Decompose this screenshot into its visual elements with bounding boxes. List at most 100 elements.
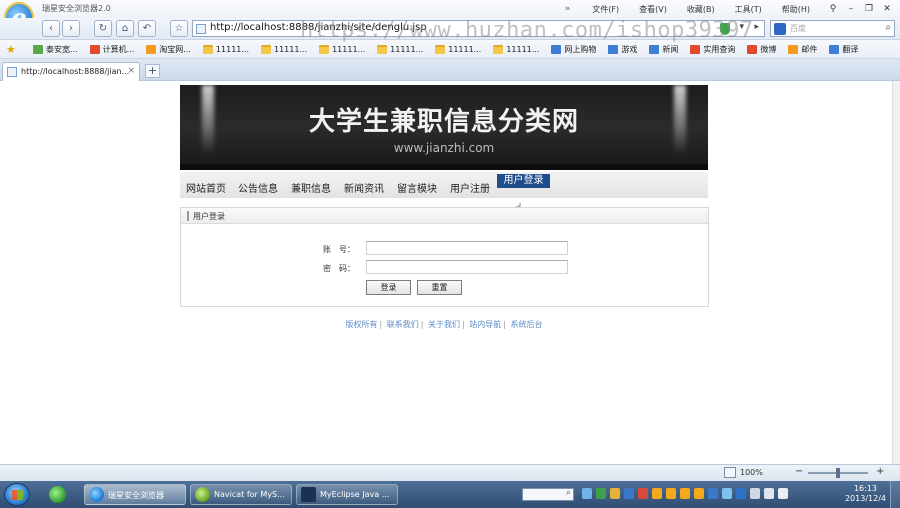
tray-icon[interactable]: [582, 488, 592, 499]
favorites-star[interactable]: ★: [6, 44, 21, 55]
zoom-out-button[interactable]: −: [795, 466, 803, 477]
favorite-item[interactable]: 翻译: [829, 44, 858, 55]
taskbar-navicat[interactable]: Navicat for MyS...: [190, 484, 292, 505]
clock-time: 16:13: [853, 484, 878, 493]
restore-button[interactable]: ❐: [862, 3, 876, 15]
tray-icon[interactable]: [638, 488, 648, 499]
nav-jobs[interactable]: 兼职信息: [291, 180, 331, 195]
qq-icon[interactable]: [694, 488, 704, 499]
favorite-item[interactable]: 微博: [747, 44, 776, 55]
account-row: 账 号：: [181, 241, 708, 257]
undo-close-button[interactable]: ↶: [138, 20, 156, 37]
footer-link[interactable]: 系统后台: [511, 320, 543, 329]
footer-link[interactable]: 关于我们: [428, 320, 460, 329]
account-input[interactable]: [366, 241, 568, 255]
taskbar-search-box[interactable]: ⌕: [522, 488, 574, 501]
refresh-button[interactable]: ↻: [94, 20, 112, 37]
favorite-item[interactable]: 网上购物: [551, 44, 596, 55]
qq-icon[interactable]: [666, 488, 676, 499]
tab-current[interactable]: http://localhost:8888/jian... ×: [2, 62, 140, 81]
close-button[interactable]: ✕: [880, 3, 894, 15]
zoom-level[interactable]: 100%: [740, 468, 763, 477]
taskbar-clock[interactable]: 16:13 2013/12/4: [845, 484, 886, 504]
footer-link[interactable]: 联系我们: [387, 320, 419, 329]
taskbar-myeclipse[interactable]: MyEclipse Java ...: [296, 484, 398, 505]
start-button[interactable]: [4, 483, 30, 506]
menu-file[interactable]: 文件(F): [582, 4, 629, 15]
tray-icon[interactable]: [596, 488, 606, 499]
zoom-in-button[interactable]: +: [876, 466, 884, 477]
footer-link[interactable]: 站内导航: [469, 320, 501, 329]
nav-notices[interactable]: 公告信息: [238, 180, 278, 195]
favorite-item[interactable]: 邮件: [788, 44, 817, 55]
nav-home[interactable]: 网站首页: [186, 180, 226, 195]
favorite-folder[interactable]: 11111...: [377, 44, 423, 54]
nav-messages[interactable]: 留言模块: [397, 180, 437, 195]
search-icon: ⌕: [565, 488, 571, 498]
address-url[interactable]: http://localhost:8888/jianzhi/site/dengl…: [210, 22, 427, 33]
forward-button[interactable]: ›: [62, 20, 80, 37]
favorite-item[interactable]: 游戏: [608, 44, 637, 55]
security-shield-icon[interactable]: [720, 23, 730, 35]
status-bar: 100% − +: [0, 464, 900, 481]
favorite-folder[interactable]: 11111...: [261, 44, 307, 54]
favorite-folder[interactable]: 11111...: [202, 44, 249, 54]
favorite-label: 淘宝网...: [159, 44, 191, 54]
login-button[interactable]: 登录: [366, 280, 411, 295]
favorite-item[interactable]: 计算机...: [89, 44, 134, 55]
nav-login[interactable]: 用户登录: [497, 174, 550, 188]
go-arrow-icon[interactable]: ▸: [754, 22, 759, 32]
favorite-item[interactable]: 泰安宽...: [33, 44, 78, 55]
tray-icon[interactable]: [708, 488, 718, 499]
favorite-folder[interactable]: 11111...: [435, 44, 481, 54]
favorite-label: 泰安宽...: [46, 44, 78, 54]
nav-register[interactable]: 用户注册: [450, 180, 490, 195]
nav-news[interactable]: 新闻资讯: [344, 180, 384, 195]
qq-icon[interactable]: [652, 488, 662, 499]
tray-icon[interactable]: [736, 488, 746, 499]
address-dropdown-icon[interactable]: ▾: [739, 22, 744, 32]
vertical-scrollbar[interactable]: [892, 81, 900, 464]
windows-taskbar: 瑞星安全浏览器 Navicat for MyS... MyEclipse Jav…: [0, 481, 900, 508]
volume-icon[interactable]: [764, 488, 774, 499]
show-desktop-button[interactable]: [890, 481, 900, 508]
folder-icon: [435, 44, 446, 54]
password-input[interactable]: [366, 260, 568, 274]
menu-overflow-chevron[interactable]: »: [553, 4, 583, 14]
favorite-folder[interactable]: 11111...: [319, 44, 365, 54]
menu-tools[interactable]: 工具(T): [725, 4, 772, 15]
tray-icon[interactable]: [624, 488, 634, 499]
menu-view[interactable]: 查看(V): [629, 4, 677, 15]
qq-icon[interactable]: [680, 488, 690, 499]
zoom-icon[interactable]: [724, 467, 736, 478]
favorite-folder[interactable]: 11111...: [493, 44, 539, 54]
favorite-item[interactable]: 新闻: [649, 44, 678, 55]
taskbar-browser[interactable]: 瑞星安全浏览器: [84, 484, 186, 505]
flag-icon[interactable]: [778, 488, 788, 499]
pinned-app-icon[interactable]: [40, 484, 76, 505]
tab-close-icon[interactable]: ×: [127, 66, 135, 76]
address-bar[interactable]: http://localhost:8888/jianzhi/site/dengl…: [192, 20, 765, 37]
tray-icon[interactable]: [722, 488, 732, 499]
menu-help[interactable]: 帮助(H): [772, 4, 820, 15]
favorite-item[interactable]: 实用查询: [690, 44, 735, 55]
tray-icon[interactable]: [610, 488, 620, 499]
favorite-star-button[interactable]: ☆: [170, 20, 188, 37]
folder-icon: [261, 44, 271, 54]
minimize-button[interactable]: –: [844, 3, 858, 15]
pin-icon[interactable]: ⚲: [826, 3, 840, 15]
zoom-slider-knob[interactable]: [836, 468, 840, 478]
login-panel-header: 用户登录: [181, 208, 708, 224]
menu-favorites[interactable]: 收藏(B): [677, 4, 725, 15]
reset-button[interactable]: 重置: [417, 280, 462, 295]
search-box[interactable]: 百度 ⌕: [770, 20, 895, 37]
favorite-item[interactable]: 淘宝网...: [146, 44, 191, 55]
footer-link[interactable]: 版权所有: [346, 320, 378, 329]
search-icon[interactable]: ⌕: [885, 22, 891, 33]
tab-title: http://localhost:8888/jian...: [21, 67, 130, 76]
home-button[interactable]: ⌂: [116, 20, 134, 37]
new-tab-button[interactable]: +: [145, 64, 160, 78]
back-button[interactable]: ‹: [42, 20, 60, 37]
network-icon[interactable]: [750, 488, 760, 499]
task-label: MyEclipse Java ...: [320, 490, 390, 499]
